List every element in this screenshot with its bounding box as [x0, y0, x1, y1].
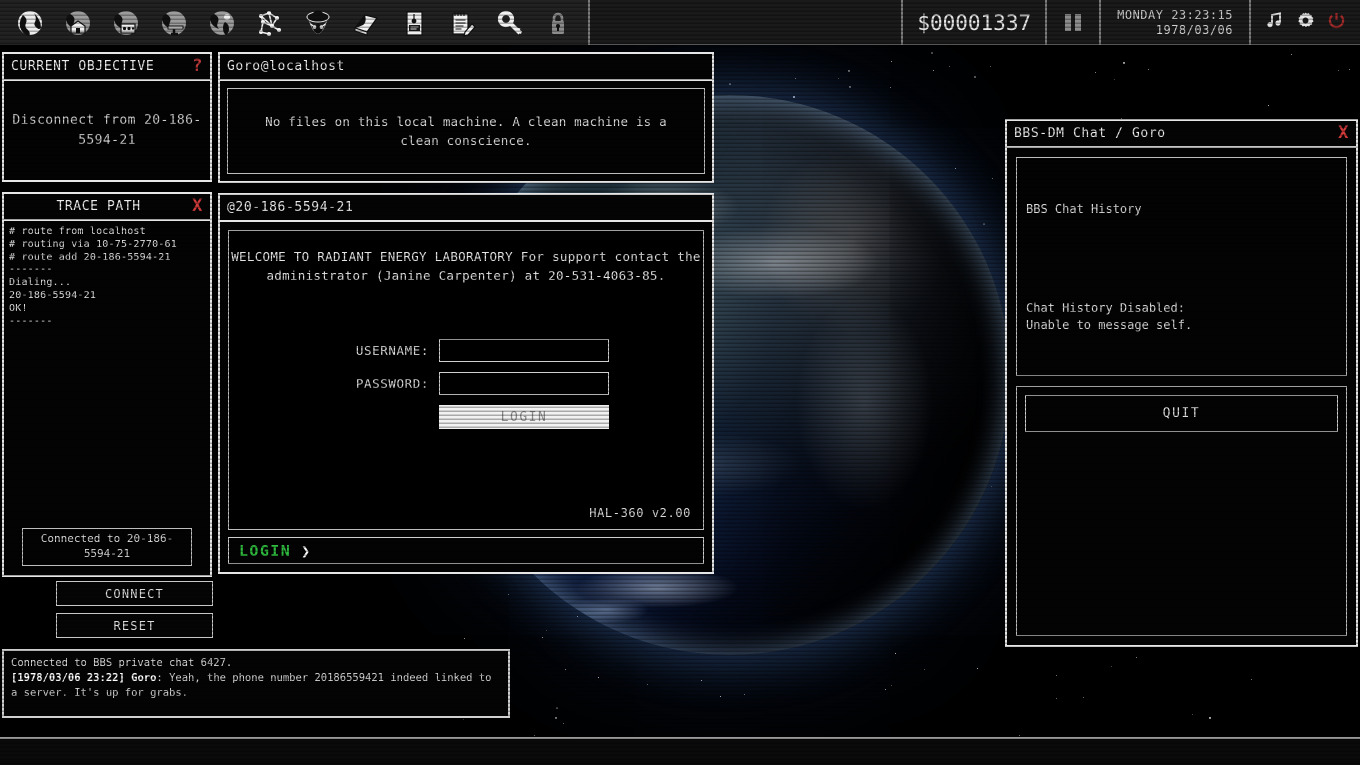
objective-title-bar: CURRENT OBJECTIVE ?: [4, 54, 210, 81]
password-label: PASSWORD:: [323, 376, 429, 391]
password-row: PASSWORD:: [323, 372, 609, 395]
page-title: CURRENT OBJECTIVE: [11, 59, 192, 74]
globe-server-icon[interactable]: [102, 4, 150, 42]
chat-log-line-2: [1978/03/06 23:22] Goro: Yeah, the phone…: [11, 671, 501, 701]
pause-button[interactable]: [1045, 0, 1099, 45]
top-toolbar: $00001337 MONDAY 23:23:15 1978/03/06: [0, 0, 1360, 45]
trace-path-window: TRACE PATH X # route from localhost # ro…: [2, 192, 212, 577]
globe-contacts-icon[interactable]: [198, 4, 246, 42]
remote-title-bar: @20-186-5594-21: [220, 195, 712, 222]
command-bar[interactable]: LOGIN ❯: [228, 537, 704, 564]
system-controls: [1249, 0, 1360, 45]
terminal-screen: WELCOME TO RADIANT ENERGY LABORATORY For…: [228, 230, 704, 530]
trace-title: TRACE PATH: [11, 199, 186, 214]
remote-terminal-window: @20-186-5594-21 WELCOME TO RADIANT ENERG…: [218, 193, 714, 574]
gear-icon[interactable]: [1296, 11, 1315, 34]
bottom-strip: [0, 737, 1360, 765]
quit-button[interactable]: QUIT: [1025, 395, 1338, 432]
chat-actions-panel: QUIT: [1016, 386, 1347, 636]
game-screen: $00001337 MONDAY 23:23:15 1978/03/06: [0, 0, 1360, 765]
globe-home-icon[interactable]: [54, 4, 102, 42]
chat-title-bar: BBS-DM Chat / Goro X: [1007, 121, 1356, 148]
welcome-banner: WELCOME TO RADIANT ENERGY LABORATORY For…: [229, 247, 703, 285]
chevron-right-icon: ❯: [301, 542, 310, 560]
help-icon[interactable]: ?: [192, 58, 203, 75]
pause-icon: [1065, 14, 1081, 31]
game-clock: MONDAY 23:23:15 1978/03/06: [1099, 0, 1249, 45]
current-objective-window: CURRENT OBJECTIVE ? Disconnect from 20-1…: [2, 52, 212, 182]
local-title-bar: Goro@localhost: [220, 54, 712, 81]
modem-device-icon[interactable]: [390, 4, 438, 42]
tool-button-group: [0, 0, 590, 45]
close-icon[interactable]: X: [1332, 125, 1349, 142]
username-input[interactable]: [439, 339, 609, 362]
chat-body: BBS Chat History Chat History Disabled: …: [1007, 148, 1356, 645]
lock-icon[interactable]: [534, 4, 582, 42]
login-submit-button[interactable]: LOGIN: [439, 405, 609, 429]
clock-date: 1978/03/06: [1156, 23, 1233, 38]
chat-log-user: Goro: [131, 672, 156, 684]
chat-log-timestamp: [1978/03/06 23:22]: [11, 672, 125, 684]
username-label: USERNAME:: [323, 343, 429, 358]
trace-body: # route from localhost # routing via 10-…: [4, 221, 210, 573]
bbs-chat-window: BBS-DM Chat / Goro X BBS Chat History Ch…: [1005, 119, 1358, 647]
chat-history-heading: BBS Chat History: [1026, 201, 1337, 218]
connection-status: Connected to 20-186-5594-21: [22, 528, 192, 566]
local-message: No files on this local machine. A clean …: [227, 88, 705, 174]
globe-icon[interactable]: [6, 4, 54, 42]
chat-log-panel: Connected to BBS private chat 6427. [197…: [2, 649, 510, 718]
chat-title: BBS-DM Chat / Goro: [1014, 126, 1332, 141]
trace-title-bar: TRACE PATH X: [4, 194, 210, 221]
book-icon[interactable]: [342, 4, 390, 42]
globe-tools-icon[interactable]: [150, 4, 198, 42]
clock-day: MONDAY 23:23:15: [1117, 8, 1233, 23]
power-icon[interactable]: [1327, 11, 1346, 34]
local-body: No files on this local machine. A clean …: [220, 81, 712, 181]
reset-button[interactable]: RESET: [56, 613, 213, 638]
local-title: Goro@localhost: [227, 59, 705, 74]
objective-body: Disconnect from 20-186-5594-21: [4, 81, 210, 180]
terminal-version: HAL-360 v2.00: [589, 506, 691, 520]
password-input[interactable]: [439, 372, 609, 395]
spy-hacker-icon[interactable]: [294, 4, 342, 42]
key-icon[interactable]: [486, 4, 534, 42]
notepad-icon[interactable]: [438, 4, 486, 42]
status-bar: $00001337 MONDAY 23:23:15 1978/03/06: [901, 0, 1360, 45]
connect-button[interactable]: CONNECT: [56, 581, 213, 606]
music-note-icon[interactable]: [1265, 11, 1284, 34]
chat-log-line-1: Connected to BBS private chat 6427.: [11, 656, 501, 671]
remote-title: @20-186-5594-21: [227, 200, 705, 215]
chat-history-body: Chat History Disabled: Unable to message…: [1026, 300, 1337, 335]
trace-log: # route from localhost # routing via 10-…: [9, 226, 205, 328]
close-icon[interactable]: X: [186, 198, 203, 215]
username-row: USERNAME:: [323, 339, 609, 362]
local-machine-window: Goro@localhost No files on this local ma…: [218, 52, 714, 183]
remote-body: WELCOME TO RADIANT ENERGY LABORATORY For…: [220, 222, 712, 572]
network-graph-icon[interactable]: [246, 4, 294, 42]
chat-history-panel: BBS Chat History Chat History Disabled: …: [1016, 157, 1347, 376]
command-text: LOGIN: [239, 542, 291, 560]
login-form: USERNAME: PASSWORD: LOGIN: [229, 339, 703, 429]
objective-text: Disconnect from 20-186-5594-21: [11, 111, 203, 150]
money-display: $00001337: [901, 0, 1045, 45]
